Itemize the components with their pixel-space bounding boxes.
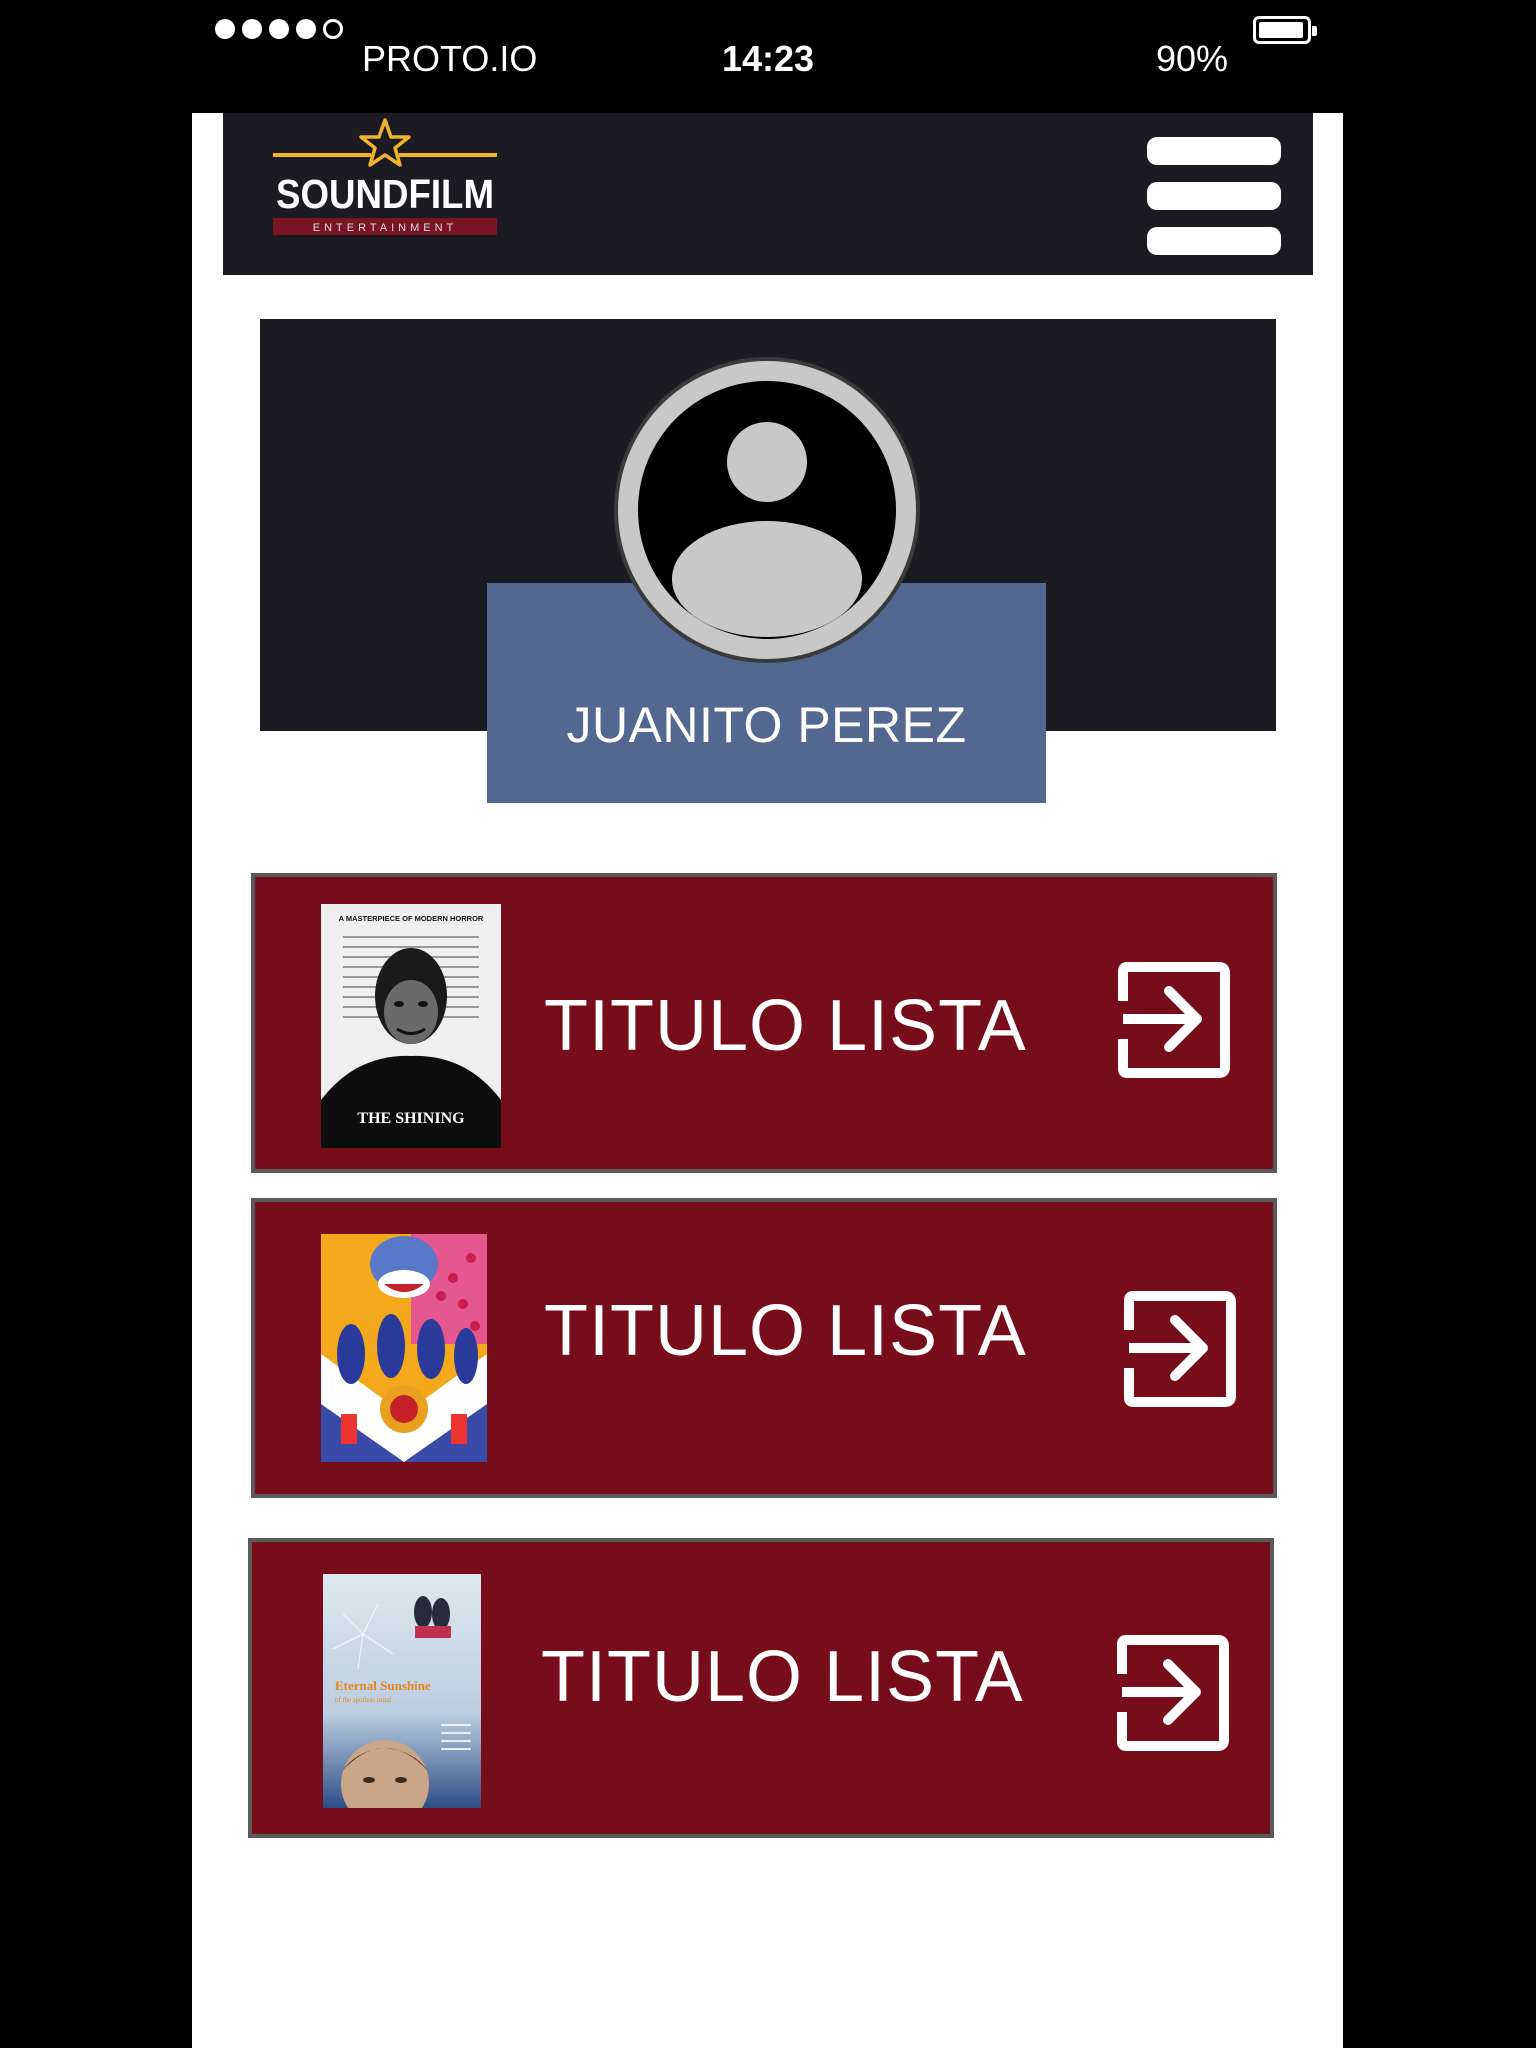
poster-the-shining: A MASTERPIECE OF MODERN HORROR THE SHINI… [321, 904, 501, 1148]
list-title: TITULO LISTA [544, 986, 1027, 1066]
list-card[interactable]: TITULO LISTA [251, 1198, 1277, 1498]
list-card[interactable]: A MASTERPIECE OF MODERN HORROR THE SHINI… [251, 873, 1277, 1173]
battery-icon [1253, 16, 1317, 44]
svg-text:Eternal Sunshine: Eternal Sunshine [335, 1678, 431, 1693]
svg-text:THE SHINING: THE SHINING [357, 1110, 465, 1127]
svg-text:of the spotless mind: of the spotless mind [335, 1696, 392, 1704]
list-title: TITULO LISTA [541, 1637, 1024, 1717]
user-avatar-icon[interactable] [614, 357, 920, 663]
enter-icon[interactable] [1114, 1634, 1234, 1754]
app-screen: SOUNDFILM ENTERTAINMENT JUANITO PEREZ A … [192, 113, 1343, 2048]
poster-yellow-submarine [321, 1234, 487, 1462]
enter-icon[interactable] [1121, 1290, 1241, 1410]
svg-text:A MASTERPIECE OF MODERN HORROR: A MASTERPIECE OF MODERN HORROR [339, 914, 484, 923]
status-bar: PROTO.IO 14:23 90% [0, 0, 1536, 112]
list-title: TITULO LISTA [544, 1291, 1027, 1371]
battery-percentage: 90% [1156, 38, 1229, 79]
status-time: 14:23 [721, 38, 815, 79]
enter-icon[interactable] [1115, 961, 1235, 1081]
profile-name: JUANITO PEREZ [566, 697, 967, 753]
app-header: SOUNDFILM ENTERTAINMENT [223, 113, 1313, 275]
logo-tagline: ENTERTAINMENT [313, 222, 458, 234]
list-card[interactable]: Eternal Sunshine of the spotless mind TI… [248, 1538, 1274, 1838]
logo-name: SOUNDFILM [276, 171, 494, 217]
signal-strength-icon [215, 19, 343, 39]
hamburger-menu-icon[interactable] [1147, 137, 1281, 255]
poster-eternal-sunshine: Eternal Sunshine of the spotless mind [323, 1574, 481, 1808]
soundfilm-logo[interactable]: SOUNDFILM ENTERTAINMENT [265, 118, 505, 248]
